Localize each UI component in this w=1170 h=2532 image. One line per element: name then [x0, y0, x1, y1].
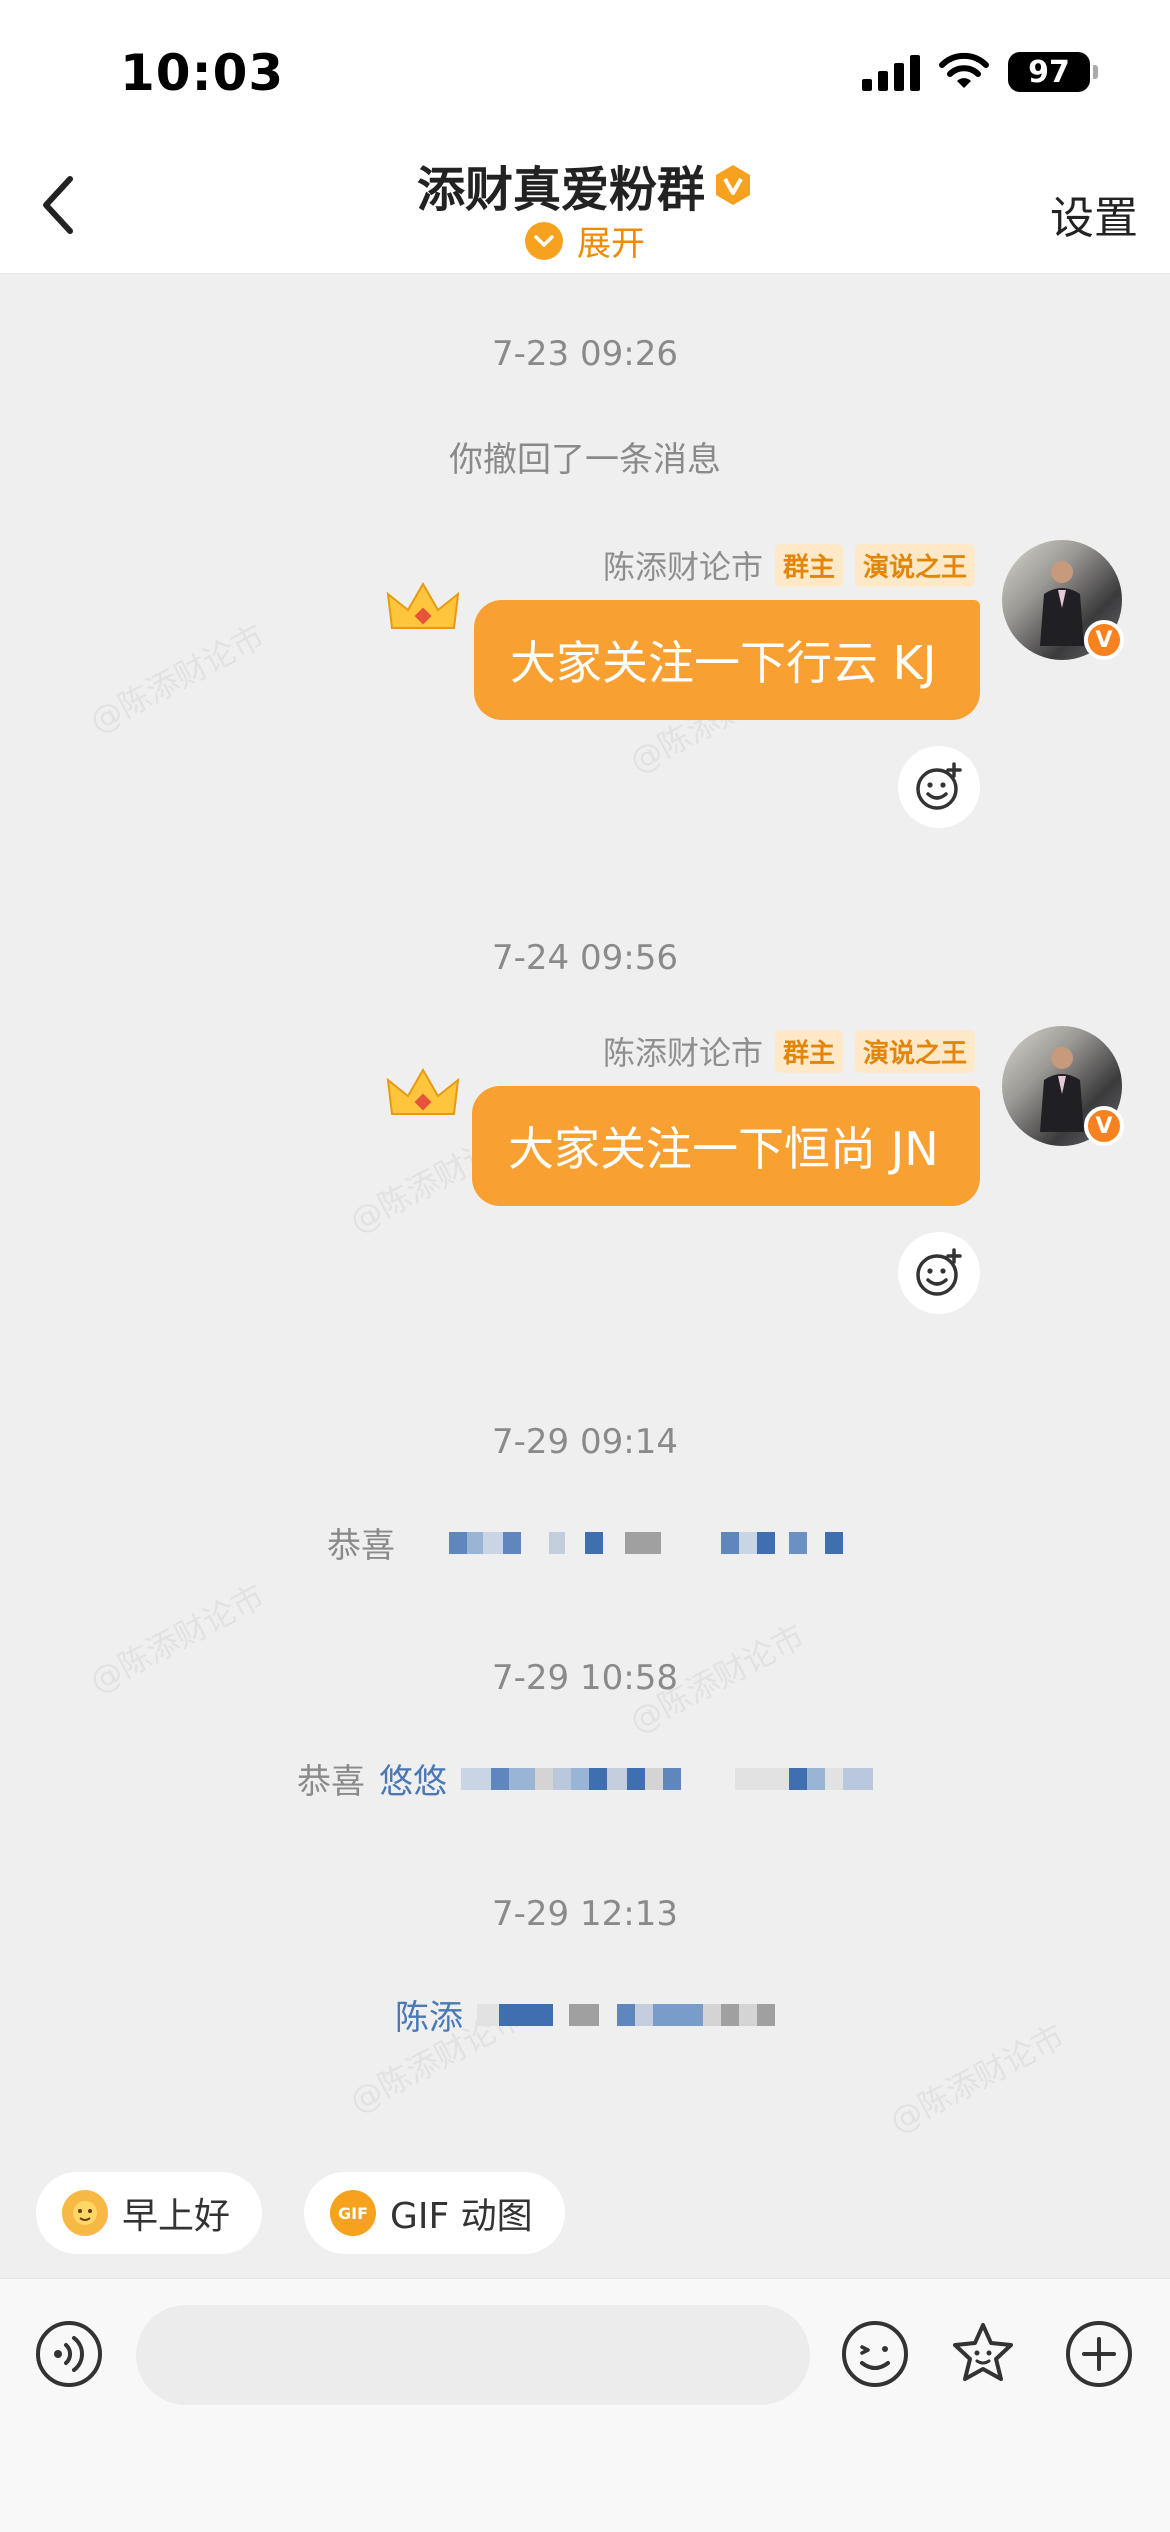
quick-reply-bar: 早上好 GIF GIF 动图	[0, 2148, 1170, 2278]
quick-reply-label: GIF 动图	[390, 2196, 533, 2237]
timestamp: 7-29 09:14	[492, 1422, 678, 1462]
congrats-notice: 恭喜	[0, 1518, 1170, 1567]
timestamp: 7-24 09:56	[492, 938, 678, 978]
join-notice: 陈添	[0, 1990, 1170, 2039]
notice-user-link[interactable]: 陈添	[395, 1990, 463, 2039]
settings-button[interactable]: 设置	[1050, 182, 1138, 246]
person-photo	[1040, 1047, 1084, 1132]
verified-icon: V	[1084, 1106, 1124, 1146]
notice-prefix: 恭喜	[327, 1526, 395, 1566]
sun-emoji-icon	[62, 2190, 108, 2236]
message-input[interactable]	[136, 2305, 810, 2405]
watermark: @陈添财论市	[83, 616, 271, 741]
cellular-signal-icon	[862, 53, 920, 91]
message-sender-row: 陈添财论市 群主 演说之王	[603, 542, 975, 588]
smile-plus-icon	[916, 762, 962, 810]
expand-label: 展开	[577, 224, 645, 264]
add-reaction-button[interactable]	[898, 1232, 980, 1314]
quick-reply-label: 早上好	[122, 2196, 231, 2237]
crown-icon	[386, 1067, 460, 1115]
recall-notice: 你撤回了一条消息	[449, 440, 721, 480]
group-title: 添财真爱粉群	[416, 162, 705, 218]
sender-name: 陈添财论市	[602, 1034, 763, 1072]
timestamp: 7-29 10:58	[492, 1658, 678, 1698]
notice-user-link[interactable]: 悠悠	[379, 1754, 447, 1803]
chevron-down-icon	[525, 221, 563, 260]
pixelated-text	[449, 1523, 843, 1563]
crown-icon	[386, 581, 460, 629]
status-time: 10:03	[120, 44, 285, 102]
title-tag: 演说之王	[854, 543, 975, 587]
pixelated-text	[477, 1995, 775, 2035]
timestamp: 7-29 12:13	[492, 1894, 678, 1934]
expand-toggle[interactable]: 展开	[0, 216, 1170, 265]
battery-level: 97	[1028, 54, 1070, 90]
add-reaction-button[interactable]	[898, 746, 980, 828]
battery-indicator: 97	[1008, 52, 1098, 92]
verified-icon: V	[1084, 620, 1124, 660]
sticker-star-icon[interactable]	[948, 2319, 1018, 2389]
avatar[interactable]: V	[1002, 540, 1124, 660]
congrats-notice: 恭喜 悠悠	[0, 1754, 1170, 1803]
smile-plus-icon	[916, 1248, 962, 1296]
timestamp: 7-23 09:26	[492, 334, 678, 374]
battery-tip	[1093, 65, 1098, 79]
vip-badge-icon	[716, 165, 750, 205]
sender-name: 陈添财论市	[602, 548, 763, 586]
emoji-icon[interactable]	[840, 2319, 910, 2389]
status-icons: 97	[862, 52, 1098, 92]
owner-tag: 群主	[774, 543, 843, 587]
gif-icon: GIF	[330, 2190, 376, 2236]
message-input-bar	[0, 2278, 1170, 2532]
message-bubble[interactable]: 大家关注一下恒尚 JN	[472, 1086, 980, 1206]
person-photo	[1040, 561, 1084, 646]
chat-messages-area[interactable]: @陈添财论市 @陈添财论市 @陈添财论市 @陈添财论市 @陈添财论市 @陈添财论…	[0, 274, 1170, 2148]
pixelated-text	[461, 1759, 873, 1799]
wifi-icon	[939, 52, 989, 88]
message-sender-row: 陈添财论市 群主 演说之王	[603, 1028, 975, 1074]
voice-input-icon[interactable]	[34, 2319, 104, 2389]
title-row: 添财真爱粉群	[0, 150, 1170, 220]
notice-prefix: 恭喜	[297, 1762, 365, 1802]
owner-tag: 群主	[774, 1029, 843, 1073]
avatar[interactable]: V	[1002, 1026, 1124, 1146]
plus-icon[interactable]	[1064, 2319, 1134, 2389]
quick-reply-gif[interactable]: GIF GIF 动图	[304, 2172, 565, 2254]
quick-reply-good-morning[interactable]: 早上好	[36, 2172, 263, 2254]
status-bar: 10:03 97	[0, 0, 1170, 140]
title-tag: 演说之王	[854, 1029, 975, 1073]
message-bubble[interactable]: 大家关注一下行云 KJ	[474, 600, 980, 720]
chat-header: 添财真爱粉群 展开 设置	[0, 140, 1170, 274]
